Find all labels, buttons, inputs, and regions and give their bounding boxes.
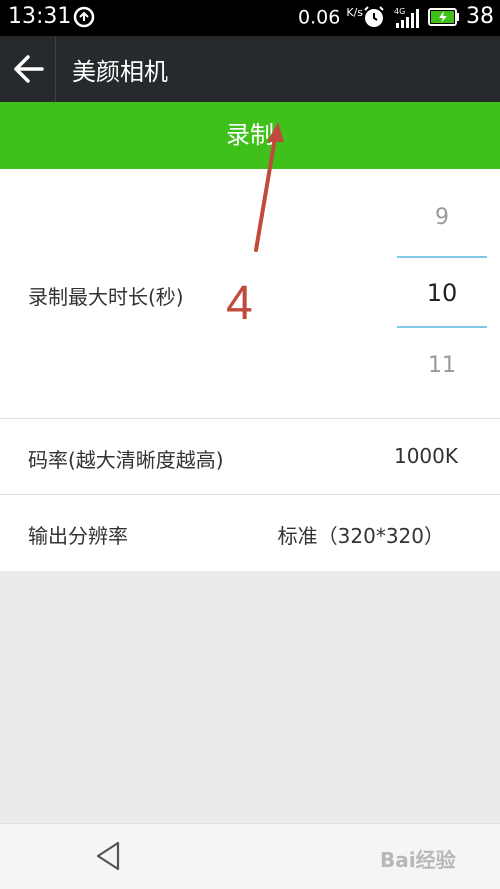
empty-area xyxy=(0,571,500,823)
alarm-icon xyxy=(364,6,384,27)
picker-next-value[interactable]: 11 xyxy=(397,353,487,378)
app-bar: 美颜相机 xyxy=(0,36,500,102)
setting-row-resolution[interactable]: 输出分辨率 标准（320*320） xyxy=(0,495,500,571)
battery-level: 38 xyxy=(466,4,494,29)
arrow-left-icon xyxy=(14,55,44,83)
app-title: 美颜相机 xyxy=(72,58,168,86)
picker-current-value[interactable]: 10 xyxy=(397,279,487,307)
network-speed-unit: K/s xyxy=(346,6,364,19)
resolution-value: 标准（320*320） xyxy=(277,524,444,548)
duration-number-picker[interactable]: 9 10 11 xyxy=(397,189,487,399)
svg-text:4G: 4G xyxy=(394,7,405,16)
bitrate-value: 1000K xyxy=(393,444,458,468)
setting-row-bitrate[interactable]: 码率(越大清晰度越高) 1000K xyxy=(0,419,500,495)
annotation-arrow-icon xyxy=(254,122,284,252)
sync-icon xyxy=(73,6,95,28)
bitrate-label: 码率(越大清晰度越高) xyxy=(28,448,224,472)
status-bar: 13:31 0.06 K/s 4G 38 xyxy=(0,0,500,36)
network-speed: 0.06 K/s xyxy=(298,6,364,29)
annotation-step-number: 4 xyxy=(226,277,253,330)
nav-bar: Bai经验 xyxy=(0,823,500,889)
picker-prev-value[interactable]: 9 xyxy=(397,205,487,230)
screen: 13:31 0.06 K/s 4G 38 美颜相机 录制 录制最大时长(秒) 9… xyxy=(0,0,500,889)
resolution-label: 输出分辨率 xyxy=(28,524,128,548)
picker-divider xyxy=(397,256,487,258)
back-button[interactable] xyxy=(0,36,56,102)
picker-divider xyxy=(397,326,487,328)
battery-charging-icon xyxy=(428,8,459,26)
signal-4g-icon: 4G xyxy=(394,7,419,28)
triangle-back-icon[interactable] xyxy=(92,840,124,872)
duration-label: 录制最大时长(秒) xyxy=(28,285,184,309)
status-time: 13:31 xyxy=(8,4,72,29)
watermark: Bai经验 xyxy=(380,848,456,872)
